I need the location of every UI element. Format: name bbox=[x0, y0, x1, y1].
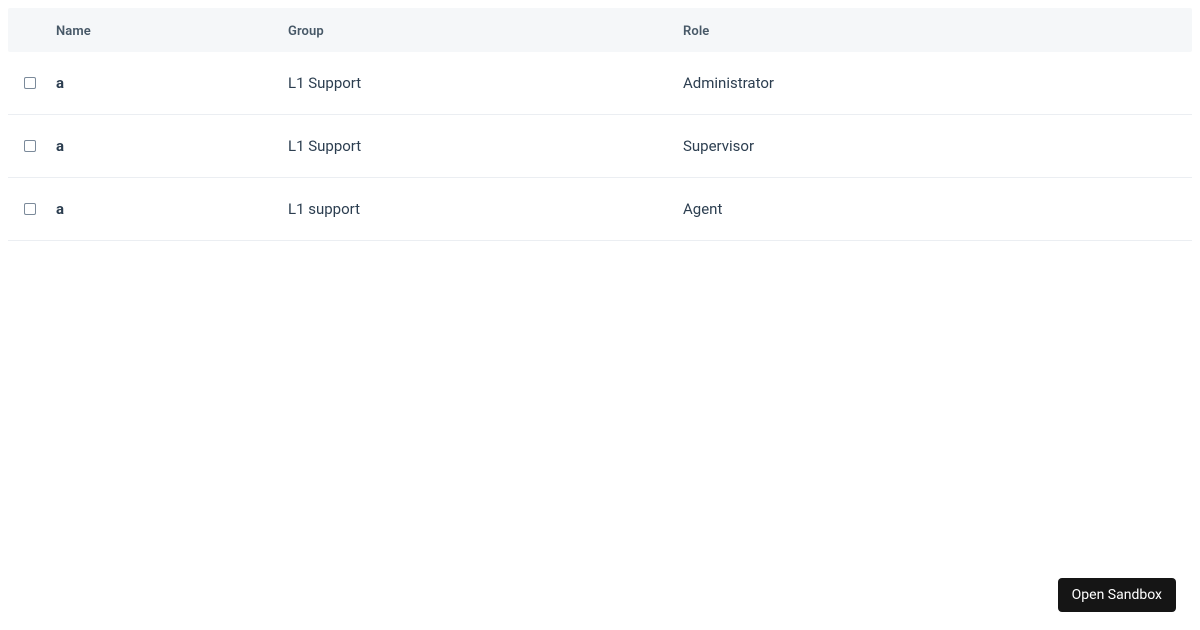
table-header-row: Name Group Role bbox=[8, 8, 1192, 52]
open-sandbox-button[interactable]: Open Sandbox bbox=[1058, 578, 1176, 612]
cell-name: a bbox=[56, 74, 64, 92]
cell-role: Administrator bbox=[683, 74, 774, 92]
cell-group: L1 Support bbox=[288, 74, 361, 92]
users-table: Name Group Role a L1 Support Administrat… bbox=[8, 8, 1192, 241]
row-checkbox[interactable] bbox=[24, 77, 36, 89]
row-checkbox[interactable] bbox=[24, 203, 36, 215]
cell-group: L1 Support bbox=[288, 137, 361, 155]
cell-name: a bbox=[56, 200, 64, 218]
cell-name: a bbox=[56, 137, 64, 155]
column-header-role[interactable]: Role bbox=[683, 24, 709, 39]
cell-role: Agent bbox=[683, 200, 722, 218]
table-row[interactable]: a L1 Support Administrator bbox=[8, 52, 1192, 115]
cell-group: L1 support bbox=[288, 200, 360, 218]
column-header-name[interactable]: Name bbox=[56, 24, 91, 39]
row-checkbox[interactable] bbox=[24, 140, 36, 152]
table-row[interactable]: a L1 Support Supervisor bbox=[8, 115, 1192, 178]
column-header-group[interactable]: Group bbox=[288, 24, 324, 39]
cell-role: Supervisor bbox=[683, 137, 754, 155]
table-row[interactable]: a L1 support Agent bbox=[8, 178, 1192, 241]
